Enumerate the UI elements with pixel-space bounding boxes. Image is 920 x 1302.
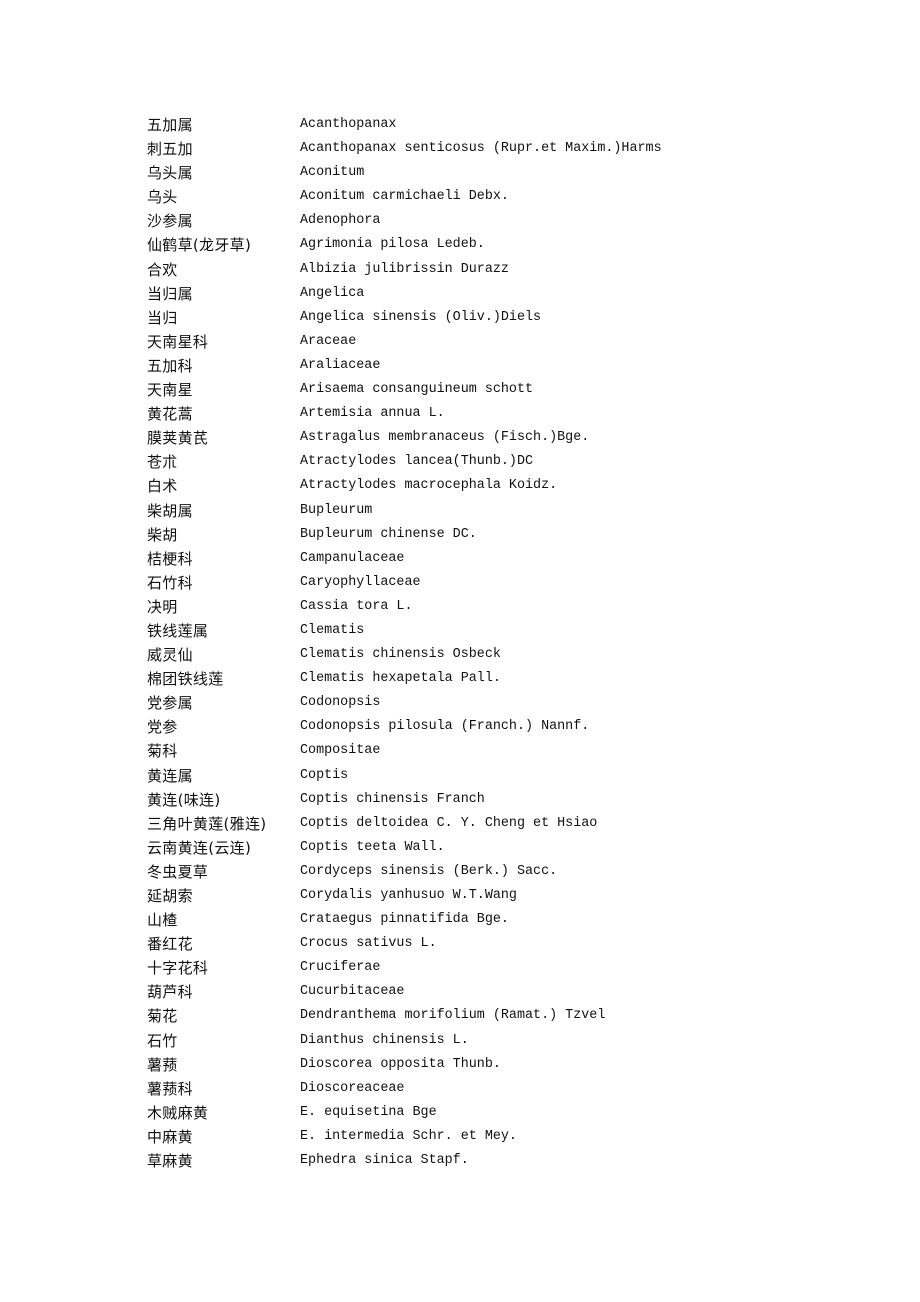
latin-name: Bupleurum chinense DC. bbox=[300, 526, 477, 542]
chinese-name: 山楂 bbox=[147, 911, 178, 930]
latin-name: Coptis bbox=[300, 767, 349, 783]
latin-name: Clematis hexapetala Pall. bbox=[300, 671, 501, 687]
latin-name: Campanulaceae bbox=[300, 550, 405, 566]
chinese-name: 五加属 bbox=[147, 116, 193, 134]
latin-name: Aconitum bbox=[300, 165, 365, 181]
latin-name: Coptis chinensis Franch bbox=[300, 791, 485, 807]
chinese-name: 中麻黄 bbox=[147, 1127, 193, 1146]
latin-name: Atractylodes lancea(Thunb.)DC bbox=[300, 454, 534, 470]
chinese-name: 合欢 bbox=[147, 260, 178, 279]
chinese-name: 葫芦科 bbox=[147, 983, 193, 1002]
chinese-name: 刺五加 bbox=[147, 140, 193, 159]
chinese-name: 棉团铁线莲 bbox=[147, 670, 224, 689]
chinese-name: 乌头 bbox=[147, 188, 178, 207]
latin-name: Aconitum carmichaeli Debx. bbox=[300, 189, 509, 205]
chinese-name: 石竹 bbox=[147, 1031, 178, 1050]
latin-name: Corydalis yanhusuo W.T.Wang bbox=[300, 888, 517, 903]
latin-name: Crocus sativus L. bbox=[300, 936, 437, 952]
latin-name: Caryophyllaceae bbox=[300, 574, 421, 590]
latin-name: Cassia tora L. bbox=[300, 598, 413, 614]
latin-name: Albizia julibrissin Durazz bbox=[300, 261, 509, 277]
chinese-name: 薯蓣 bbox=[147, 1055, 178, 1074]
chinese-name: 乌头属 bbox=[147, 164, 193, 183]
chinese-name: 五加科 bbox=[147, 356, 193, 375]
latin-name: Angelica sinensis (Oliv.)Diels bbox=[300, 309, 542, 325]
chinese-name: 云南黄连(云连) bbox=[147, 838, 252, 857]
latin-name: Atractylodes macrocephala Koidz. bbox=[300, 478, 558, 494]
document-page: 五加属 Acanthopanax 刺五加 Acanthopanax senticosu… bbox=[0, 0, 920, 1302]
latin-name: Cucurbitaceae bbox=[300, 984, 405, 1000]
chinese-name: 决明 bbox=[147, 597, 178, 616]
chinese-name: 菊科 bbox=[147, 742, 178, 761]
chinese-name: 当归属 bbox=[147, 284, 193, 303]
latin-name: Crataegus pinnatifida Bge. bbox=[300, 912, 509, 928]
latin-name: Ephedra sinica Stapf. bbox=[300, 1153, 469, 1169]
chinese-name: 白术 bbox=[147, 477, 178, 496]
latin-name: E. intermedia Schr. et Mey. bbox=[300, 1128, 517, 1144]
latin-name: Astragalus membranaceus (Fisch.)Bge. bbox=[300, 430, 590, 446]
latin-name: Araliaceae bbox=[300, 357, 381, 373]
latin-name: Acanthopanax bbox=[300, 117, 397, 132]
latin-name: Clematis chinensis Osbeck bbox=[300, 647, 501, 663]
latin-name: Arisaema consanguineum schott bbox=[300, 382, 534, 398]
chinese-name: 党参属 bbox=[147, 694, 193, 713]
chinese-name: 柴胡属 bbox=[147, 501, 193, 520]
latin-name: Clematis bbox=[300, 622, 365, 638]
latin-name: Bupleurum bbox=[300, 502, 373, 518]
latin-name: Dioscorea opposita Thunb. bbox=[300, 1056, 501, 1072]
latin-name: Cordyceps sinensis (Berk.) Sacc. bbox=[300, 863, 558, 879]
chinese-name: 党参 bbox=[147, 718, 178, 737]
chinese-name: 三角叶黄莲(雅连) bbox=[147, 814, 267, 833]
chinese-name: 天南星 bbox=[147, 381, 193, 400]
chinese-name: 石竹科 bbox=[147, 573, 193, 592]
latin-name: Cruciferae bbox=[300, 960, 381, 976]
chinese-name: 天南星科 bbox=[147, 332, 209, 351]
chinese-name: 草麻黄 bbox=[147, 1152, 193, 1171]
chinese-name: 威灵仙 bbox=[147, 646, 193, 665]
latin-name: Acanthopanax senticosus (Rupr.et Maxim.)… bbox=[300, 141, 662, 157]
latin-name: E. equisetina Bge bbox=[300, 1104, 437, 1120]
latin-name: Dendranthema morifolium (Ramat.) Tzvel bbox=[300, 1008, 606, 1024]
latin-name: Codonopsis bbox=[300, 695, 381, 711]
chinese-name: 十字花科 bbox=[147, 959, 209, 978]
latin-name: Coptis deltoidea C. Y. Cheng et Hsiao bbox=[300, 815, 598, 831]
chinese-name: 膜荚黄芪 bbox=[147, 429, 209, 448]
chinese-name: 黄连属 bbox=[147, 766, 193, 785]
chinese-name: 冬虫夏草 bbox=[147, 862, 209, 881]
chinese-name: 黄连(味连) bbox=[147, 790, 221, 809]
latin-name: Dianthus chinensis L. bbox=[300, 1032, 469, 1048]
chinese-name: 黄花蒿 bbox=[147, 405, 193, 424]
chinese-name: 苍朮 bbox=[147, 453, 178, 472]
chinese-name: 沙参属 bbox=[147, 212, 193, 231]
latin-name: Artemisia annua L. bbox=[300, 406, 445, 422]
chinese-name: 薯蓣科 bbox=[147, 1079, 193, 1098]
chinese-name: 仙鹤草(龙牙草) bbox=[147, 236, 252, 255]
latin-name: Codonopsis pilosula (Franch.) Nannf. bbox=[300, 719, 590, 735]
latin-name: Angelica bbox=[300, 285, 365, 301]
chinese-name: 柴胡 bbox=[147, 525, 178, 544]
latin-name: Agrimonia pilosa Ledeb. bbox=[300, 237, 485, 253]
latin-name: Adenophora bbox=[300, 213, 381, 229]
chinese-name: 菊花 bbox=[147, 1007, 178, 1026]
chinese-name: 当归 bbox=[147, 308, 178, 327]
chinese-name: 铁线莲属 bbox=[147, 621, 209, 640]
latin-name: Araceae bbox=[300, 333, 357, 349]
chinese-name: 桔梗科 bbox=[147, 549, 193, 568]
chinese-name: 木贼麻黄 bbox=[147, 1103, 209, 1122]
latin-name: Dioscoreaceae bbox=[300, 1080, 405, 1096]
chinese-name: 番红花 bbox=[147, 935, 193, 954]
latin-name: Coptis teeta Wall. bbox=[300, 839, 445, 855]
latin-name: Compositae bbox=[300, 743, 381, 759]
chinese-name: 延胡索 bbox=[147, 887, 193, 905]
